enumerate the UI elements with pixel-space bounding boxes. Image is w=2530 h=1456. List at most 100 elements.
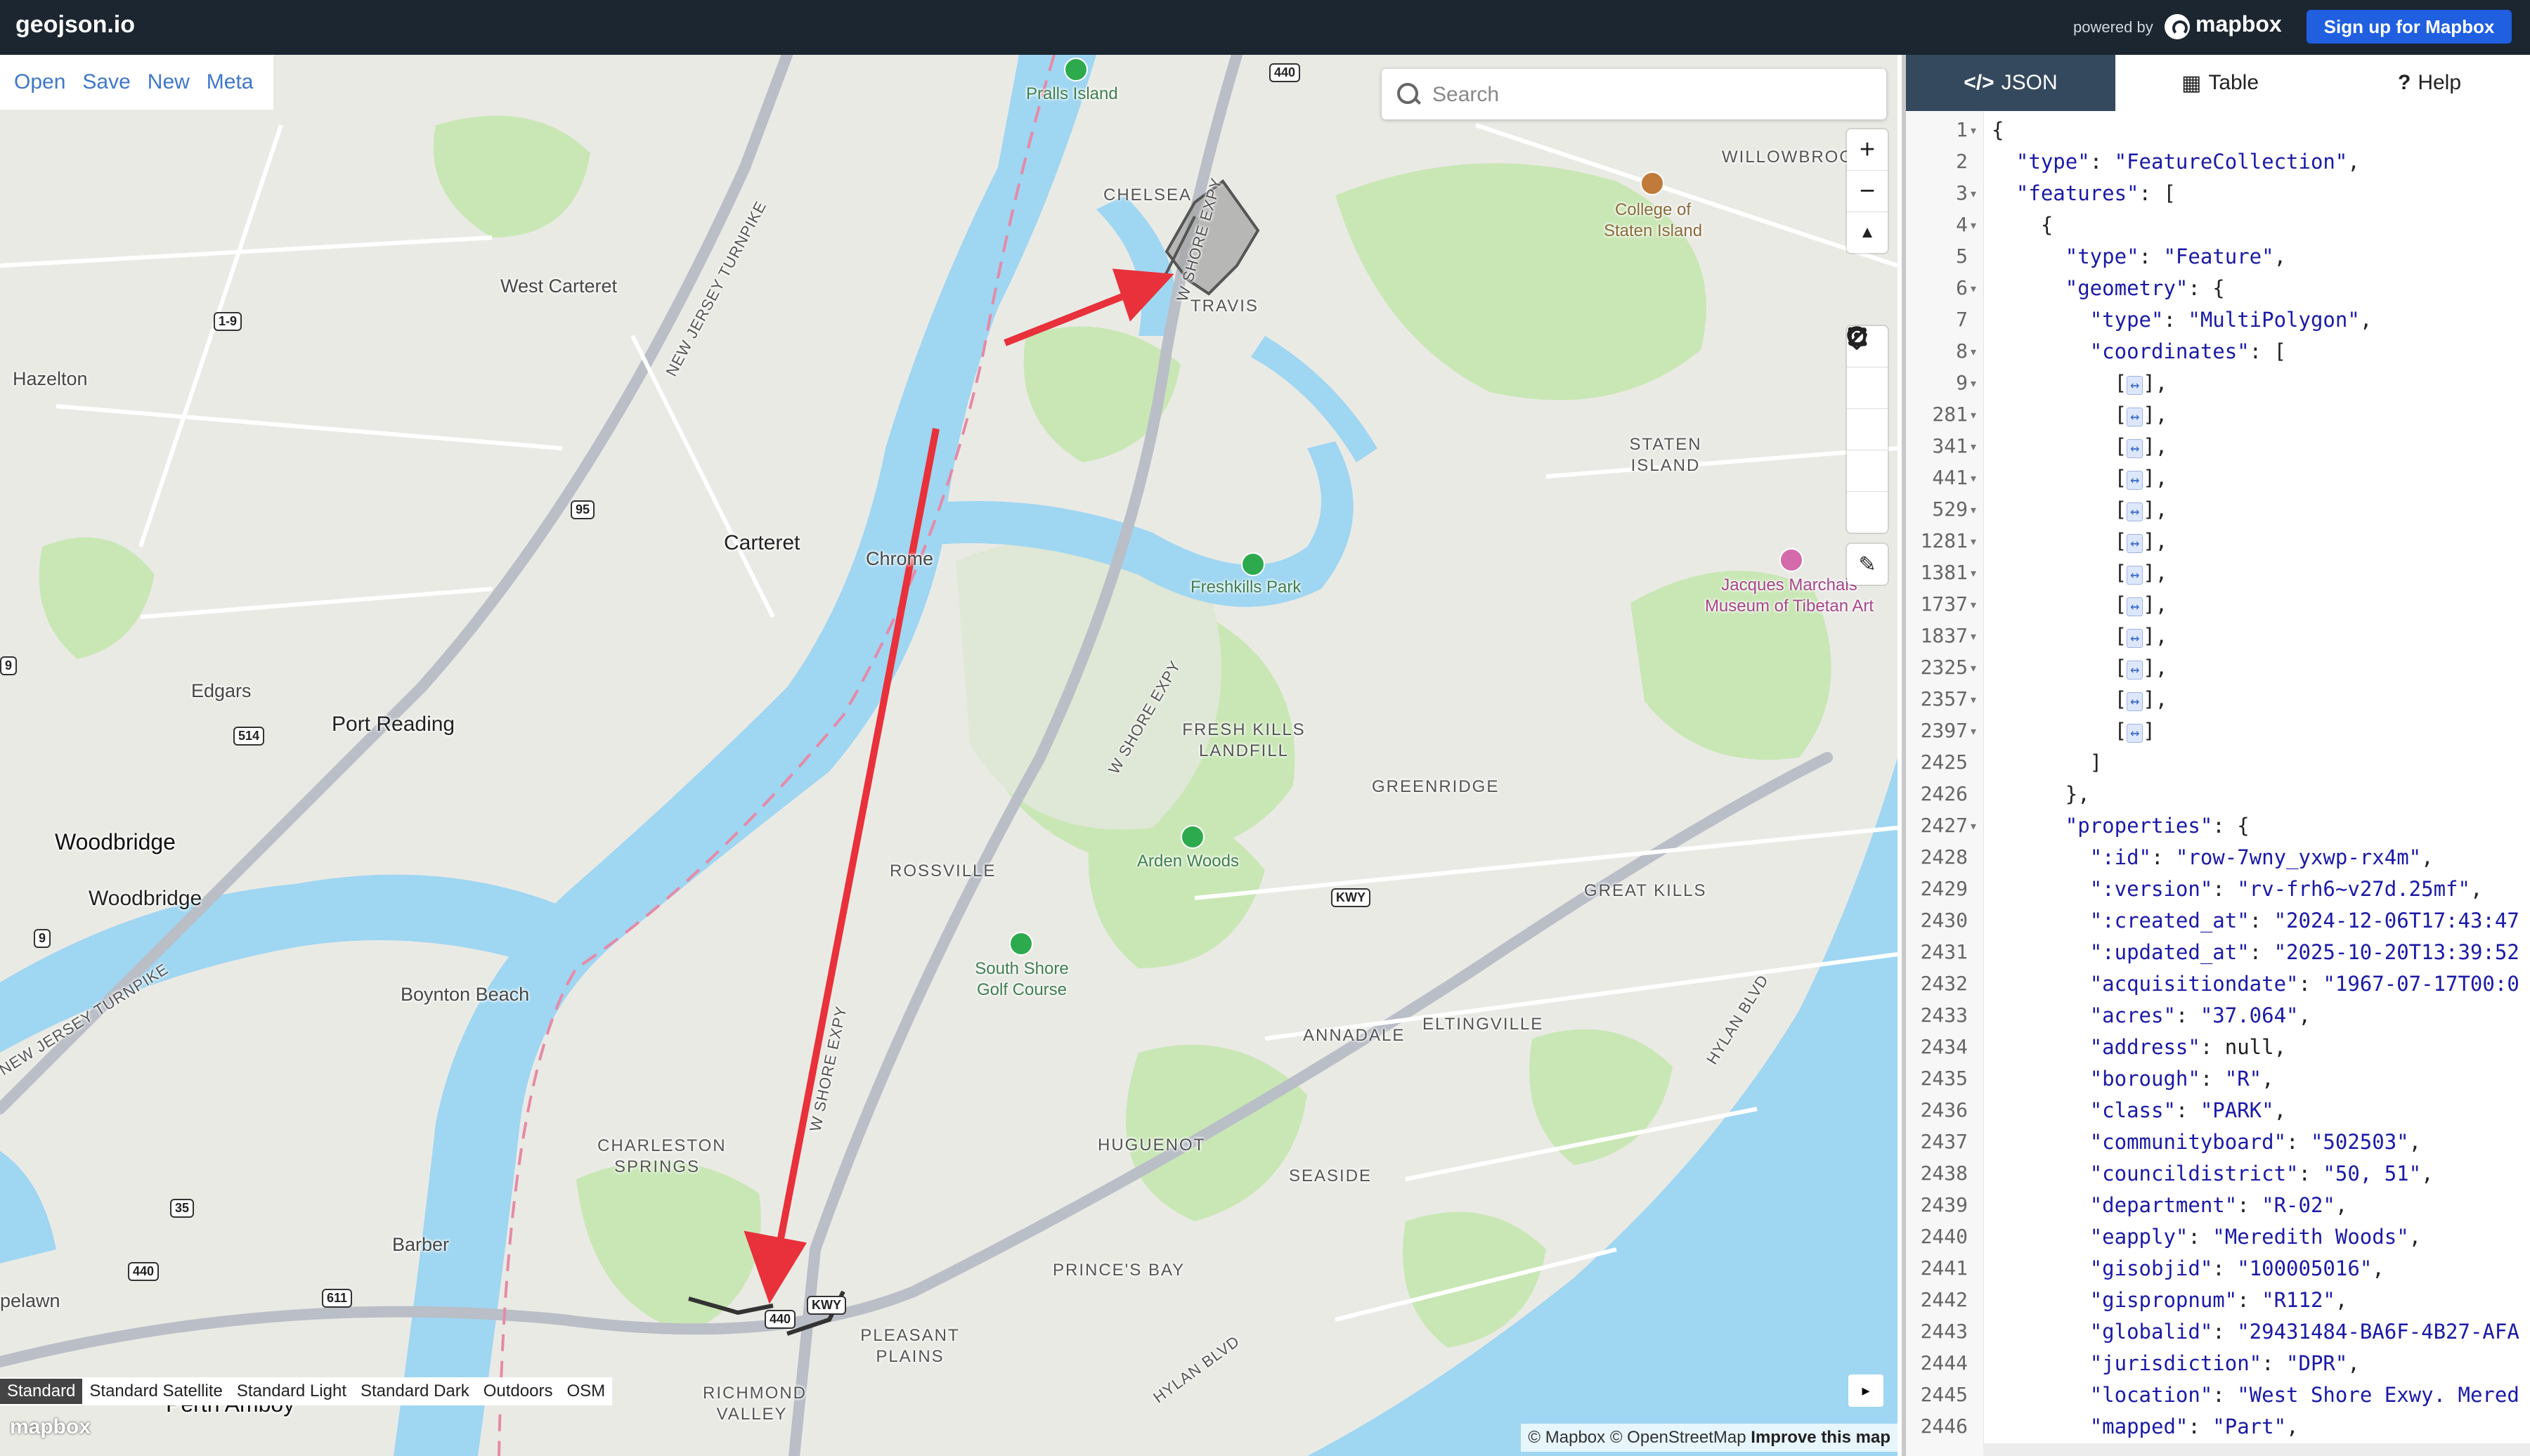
zoom-out-button[interactable]: − (1847, 171, 1888, 212)
new-menu-item[interactable]: New (148, 70, 190, 94)
edit-controls: ✎ (1847, 544, 1888, 585)
style-osm[interactable]: OSM (559, 1379, 612, 1404)
code-line: "location": "West Shore Exwy. Mered (2089, 1383, 2519, 1407)
tab-help[interactable]: ? Help (2325, 55, 2530, 111)
open-menu-item[interactable]: Open (14, 70, 65, 94)
horizontal-scrollbar[interactable] (1983, 1443, 2530, 1456)
mapbox-logo-icon (2165, 14, 2190, 39)
fold-toggle-icon[interactable]: ▾ (1971, 472, 1976, 486)
map-label-city: Carteret (724, 531, 800, 554)
draw-line-button[interactable] (1847, 327, 1888, 409)
save-menu-item[interactable]: Save (82, 70, 130, 94)
code-line: "jurisdiction": "DPR", (2089, 1351, 2360, 1375)
line-number: 2444 (1920, 1351, 1968, 1374)
line-number: 2443 (1920, 1320, 1968, 1343)
park-pin-icon (1064, 58, 1088, 82)
style-standard-dark[interactable]: Standard Dark (353, 1379, 476, 1404)
code-line: [↔], (1992, 498, 2168, 521)
draw-rectangle-button[interactable] (1847, 327, 1888, 492)
fold-toggle-icon[interactable]: ▾ (1971, 661, 1976, 675)
line-number: 529 (1932, 498, 1968, 521)
tab-table[interactable]: ▦ Table (2115, 55, 2325, 111)
style-standard[interactable]: Standard (0, 1379, 83, 1404)
route-shield: 9 (0, 656, 18, 675)
map-label-neighborhood: PLEASANT PLAINS (860, 1326, 960, 1366)
line-number: 3 (1956, 181, 1968, 204)
fold-toggle-icon[interactable]: ▾ (1971, 566, 1976, 580)
search-icon (1397, 83, 1418, 104)
code-line: [↔], (1992, 592, 2168, 616)
line-number: 6 (1956, 276, 1968, 299)
style-standard-light[interactable]: Standard Light (230, 1379, 353, 1404)
map-label-town: pelawn (0, 1290, 60, 1311)
code-line: "councildistrict": "50, 51", (2089, 1162, 2434, 1185)
map-label-town: Boynton Beach (401, 984, 530, 1005)
map-label-neighborhood: FRESH KILLS LANDFILL (1182, 720, 1306, 760)
signup-button[interactable]: Sign up for Mapbox (2307, 10, 2512, 44)
map-canvas[interactable]: West Carteret Hazelton Edgars Boynton Be… (0, 55, 1897, 1456)
fold-toggle-icon[interactable]: ▾ (1971, 598, 1976, 612)
map-label-town: Edgars (191, 680, 252, 701)
tab-label: Help (2418, 71, 2462, 94)
zoom-in-button[interactable]: + (1847, 129, 1888, 171)
fold-toggle-icon[interactable]: ▾ (1971, 187, 1976, 201)
draw-polygon-button[interactable] (1847, 326, 1888, 450)
map-label-town: Chrome (866, 548, 934, 569)
route-shield: 95 (571, 500, 595, 519)
fold-toggle-icon[interactable]: ▾ (1971, 693, 1976, 707)
line-number: 2441 (1920, 1256, 1968, 1280)
college-pin-icon (1640, 171, 1664, 195)
fold-toggle-icon[interactable]: ▾ (1971, 377, 1976, 391)
mapbox-map-logo[interactable]: mapbox (10, 1415, 91, 1439)
tab-label: Table (2208, 71, 2259, 94)
code-line: "type": "Feature", (2065, 245, 2287, 268)
map-label-neighborhood: GREAT KILLS (1584, 881, 1707, 900)
collapse-panel-button[interactable]: ▸ (1848, 1374, 1883, 1407)
fold-toggle-icon[interactable]: ▾ (1971, 503, 1976, 517)
map-base-layer (0, 55, 1897, 1456)
draw-circle-button[interactable] (1847, 328, 1888, 533)
route-shield: 35 (170, 1199, 195, 1218)
map-label-neighborhood: PRINCE'S BAY (1053, 1261, 1186, 1280)
code-line: "eapply": "Meredith Woods", (2089, 1225, 2422, 1249)
line-number: 2437 (1920, 1130, 1968, 1153)
file-menu: Open Save New Meta (0, 55, 273, 110)
route-shield: 514 (233, 727, 265, 746)
improve-map-link[interactable]: Improve this map (1751, 1428, 1890, 1447)
code-line: "features": [ (2016, 181, 2176, 205)
code-icon: </> (1964, 71, 1994, 94)
map-label-town: Hazelton (13, 368, 88, 389)
fold-toggle-icon[interactable]: ▾ (1971, 282, 1976, 296)
style-standard-satellite[interactable]: Standard Satellite (82, 1379, 229, 1404)
search-input[interactable] (1431, 79, 1869, 111)
fold-toggle-icon[interactable]: ▾ (1971, 124, 1976, 138)
brand-logo[interactable]: geojson.io (15, 11, 135, 39)
fold-toggle-icon[interactable]: ▾ (1971, 724, 1976, 739)
style-outdoors[interactable]: Outdoors (476, 1379, 560, 1404)
map-label-neighborhood: ANNADALE (1303, 1026, 1406, 1045)
tab-json[interactable]: </> JSON (1906, 55, 2115, 111)
fold-toggle-icon[interactable]: ▾ (1971, 219, 1976, 233)
line-number: 2435 (1920, 1067, 1968, 1090)
meta-menu-item[interactable]: Meta (207, 70, 254, 94)
attribution-osm[interactable]: © OpenStreetMap (1610, 1428, 1746, 1447)
map-label-neighborhood: CHARLESTON SPRINGS (597, 1136, 727, 1176)
edit-button[interactable]: ✎ (1847, 544, 1888, 585)
fold-toggle-icon[interactable]: ▾ (1971, 535, 1976, 549)
side-panel: </> JSON ▦ Table ? Help 1 ▾ 2 3 ▾ 4 ▾ 5 6 ▾ 7 8 ▾ 9 ▾ 2… (1902, 55, 2530, 1456)
attribution-mapbox[interactable]: © Mapbox (1528, 1428, 1605, 1447)
fold-toggle-icon[interactable]: ▾ (1971, 440, 1976, 454)
json-editor[interactable]: 1 ▾ 2 3 ▾ 4 ▾ 5 6 ▾ 7 8 ▾ 9 ▾ 281 ▾ 341 ▾ 441 ▾ 529 ▾ 1281 ▾ 1381… (1906, 111, 2530, 1456)
code-line: ":version": "rv-frh6~v27d.25mf", (2089, 877, 2483, 901)
fold-toggle-icon[interactable]: ▾ (1971, 630, 1976, 644)
code-line: [↔], (1992, 687, 2168, 711)
fold-toggle-icon[interactable]: ▾ (1971, 345, 1976, 359)
code-line: "coordinates": [ (2089, 339, 2287, 363)
fold-toggle-icon[interactable]: ▾ (1971, 408, 1976, 422)
fold-toggle-icon[interactable]: ▾ (1971, 819, 1976, 833)
line-number: 2446 (1920, 1415, 1968, 1438)
map-label-neighborhood: TRAVIS (1191, 297, 1259, 316)
park-areas (39, 115, 1831, 1348)
compass-button[interactable]: ▲ (1847, 212, 1888, 253)
route-shield: KWY (807, 1296, 846, 1315)
